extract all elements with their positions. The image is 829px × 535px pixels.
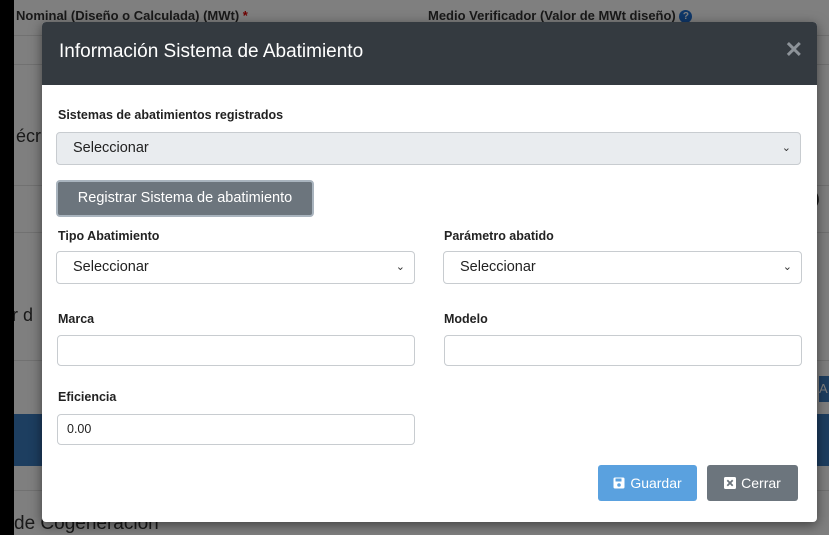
- chevron-down-icon: ⌄: [395, 261, 405, 273]
- tipo-abatimiento-label: Tipo Abatimiento: [58, 229, 160, 243]
- marca-label: Marca: [58, 312, 95, 326]
- abatement-system-modal: Información Sistema de Abatimiento ✕ Sis…: [42, 22, 817, 522]
- registered-systems-select[interactable]: Seleccionar ⌄: [56, 132, 801, 165]
- parametro-abatido-select[interactable]: Seleccionar ⌄: [443, 251, 802, 284]
- parametro-abatido-label: Parámetro abatido: [444, 229, 554, 243]
- tipo-abatimiento-select[interactable]: Seleccionar ⌄: [56, 251, 415, 284]
- save-button[interactable]: Guardar: [598, 465, 697, 501]
- chevron-down-icon: ⌄: [782, 261, 792, 273]
- modal-header: Información Sistema de Abatimiento ✕: [42, 22, 817, 85]
- tipo-abatimiento-value: Seleccionar: [73, 259, 149, 275]
- modelo-label: Modelo: [444, 312, 488, 326]
- close-icon[interactable]: ✕: [785, 39, 803, 61]
- modelo-input[interactable]: [444, 335, 802, 366]
- registered-systems-label: Sistemas de abatimientos registrados: [58, 108, 284, 122]
- parametro-abatido-value: Seleccionar: [460, 259, 536, 275]
- register-system-button[interactable]: Registrar Sistema de abatimiento: [56, 180, 314, 217]
- registered-systems-value: Seleccionar: [73, 140, 149, 156]
- close-square-icon: [724, 477, 737, 489]
- close-button-label: Cerrar: [741, 475, 781, 491]
- modal-title: Información Sistema de Abatimiento: [59, 41, 364, 62]
- chevron-down-icon: ⌄: [781, 142, 791, 154]
- eficiencia-input[interactable]: 0.00: [57, 414, 415, 445]
- floppy-disk-icon: [613, 477, 625, 489]
- save-button-label: Guardar: [630, 475, 682, 491]
- close-button[interactable]: Cerrar: [707, 465, 798, 501]
- marca-input[interactable]: [57, 335, 415, 366]
- eficiencia-label: Eficiencia: [58, 390, 117, 404]
